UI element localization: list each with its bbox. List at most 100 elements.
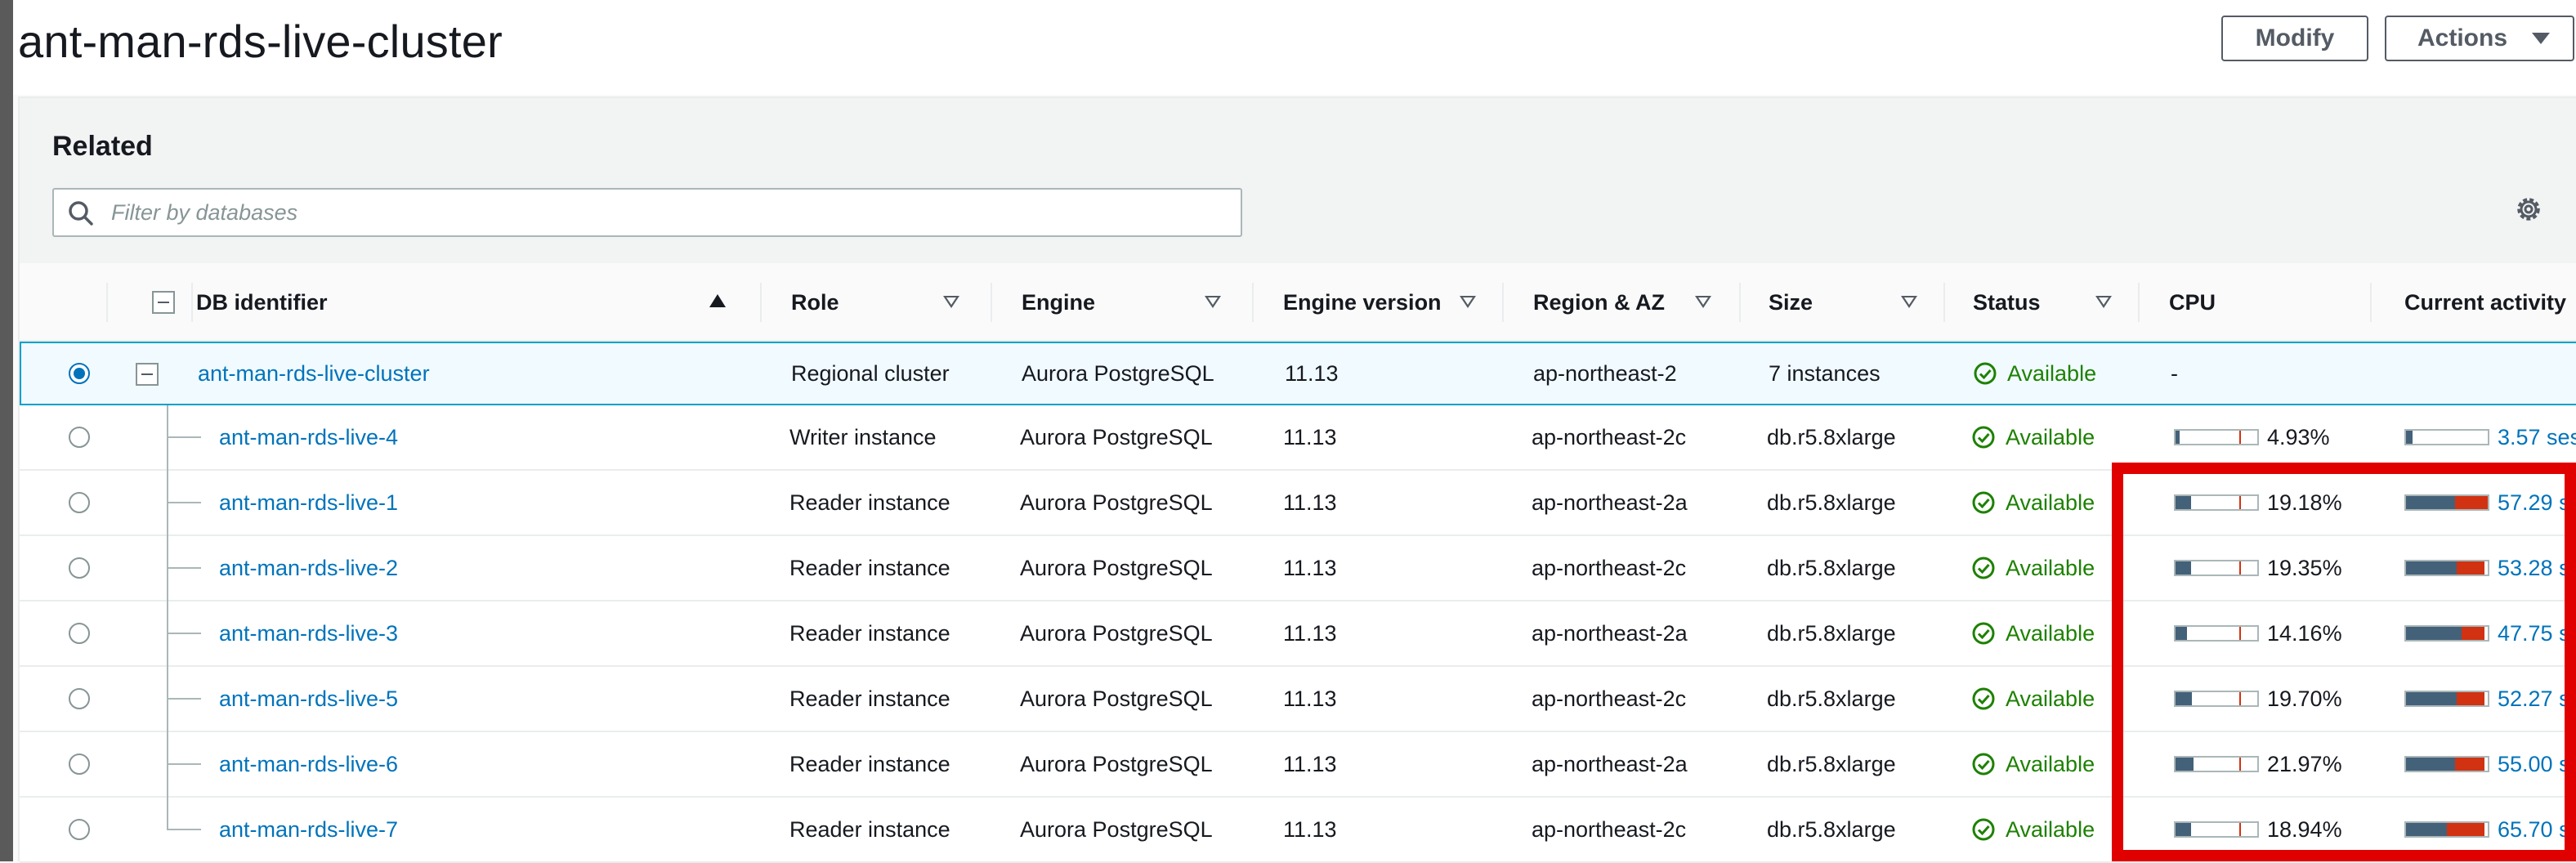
- cell-identifier-link[interactable]: ant-man-rds-live-2: [219, 536, 398, 600]
- activity-link[interactable]: 55.00 s: [2498, 752, 2570, 777]
- cell-current-activity: 47.75 s: [2404, 601, 2570, 665]
- cell-status: Available: [1971, 536, 2095, 600]
- cell-status: Available: [1971, 601, 2095, 665]
- sort-icon[interactable]: [943, 296, 959, 308]
- cell-cpu: 4.93%: [2174, 405, 2330, 469]
- cpu-value: 21.97%: [2267, 751, 2342, 776]
- col-status[interactable]: Status: [1973, 263, 2041, 342]
- col-role[interactable]: Role: [791, 263, 839, 342]
- cell-identifier-link[interactable]: ant-man-rds-live-7: [219, 798, 398, 861]
- col-cpu[interactable]: CPU: [2169, 263, 2216, 342]
- row-radio-selected[interactable]: [69, 363, 90, 384]
- row-radio[interactable]: [69, 492, 90, 513]
- collapse-toggle[interactable]: [136, 363, 159, 386]
- status-label: Available: [2006, 490, 2095, 515]
- table-row-cluster[interactable]: ant-man-rds-live-cluster Regional cluste…: [20, 342, 2576, 405]
- row-radio[interactable]: [69, 557, 90, 579]
- activity-bar-overflow: [2455, 496, 2488, 509]
- cell-identifier-link[interactable]: ant-man-rds-live-4: [219, 405, 398, 469]
- actions-dropdown-button[interactable]: Actions: [2385, 16, 2574, 61]
- cpu-bar-fill: [2176, 823, 2191, 836]
- filter-databases-input[interactable]: [110, 196, 1229, 229]
- cell-role: Reader instance: [789, 620, 950, 646]
- cell-cpu: 19.70%: [2174, 667, 2342, 731]
- related-title: Related: [52, 131, 153, 162]
- row-radio[interactable]: [69, 753, 90, 775]
- sort-icon[interactable]: [1901, 296, 1917, 308]
- table-row[interactable]: ant-man-rds-live-2 Reader instance Auror…: [20, 536, 2576, 601]
- cpu-bar: [2174, 821, 2259, 838]
- table-row[interactable]: ant-man-rds-live-4 Writer instance Auror…: [20, 405, 2576, 471]
- activity-link[interactable]: 57.29 s: [2498, 490, 2570, 516]
- cell-role: Reader instance: [789, 751, 950, 776]
- tree-line: [167, 667, 168, 732]
- actions-label: Actions: [2417, 25, 2508, 51]
- cpu-bar-threshold: [2239, 496, 2241, 509]
- cell-region: ap-northeast-2a: [1532, 620, 1688, 646]
- cell-identifier-link[interactable]: ant-man-rds-live-5: [219, 667, 398, 731]
- cell-cpu: 19.18%: [2174, 471, 2342, 534]
- cell-engine-version: 11.13: [1283, 620, 1337, 646]
- cell-identifier-link[interactable]: ant-man-rds-live-1: [219, 471, 398, 534]
- page-title: ant-man-rds-live-cluster: [18, 16, 503, 67]
- cpu-bar: [2174, 756, 2259, 772]
- cell-current-activity: 57.29 s: [2404, 471, 2570, 534]
- col-region-az[interactable]: Region & AZ: [1533, 263, 1665, 342]
- status-label: Available: [2006, 555, 2095, 580]
- sort-icon[interactable]: [2095, 296, 2112, 308]
- table-row[interactable]: ant-man-rds-live-6 Reader instance Auror…: [20, 732, 2576, 798]
- column-divider: [191, 283, 193, 322]
- col-current-activity[interactable]: Current activity: [2404, 263, 2566, 342]
- sort-icon[interactable]: [1460, 296, 1476, 308]
- cell-identifier-link[interactable]: ant-man-rds-live-3: [219, 601, 398, 665]
- row-radio[interactable]: [69, 819, 90, 840]
- row-radio[interactable]: [69, 688, 90, 709]
- cpu-bar: [2174, 625, 2259, 642]
- sort-icon[interactable]: [1205, 296, 1221, 308]
- tree-branch: [167, 829, 201, 830]
- check-circle-icon: [1972, 491, 1995, 514]
- status-label: Available: [2007, 360, 2097, 386]
- activity-link[interactable]: 53.28 s: [2498, 556, 2570, 581]
- cell-size: db.r5.8xlarge: [1767, 751, 1896, 776]
- cell-size: db.r5.8xlarge: [1767, 490, 1896, 515]
- column-divider: [1252, 283, 1254, 322]
- cpu-value: 19.18%: [2267, 490, 2342, 515]
- sort-ascending-icon[interactable]: [709, 294, 726, 307]
- cell-cpu: 14.16%: [2174, 601, 2342, 665]
- gear-icon[interactable]: [2512, 193, 2545, 226]
- cell-region: ap-northeast-2c: [1532, 555, 1687, 580]
- cpu-bar-fill: [2176, 561, 2192, 575]
- activity-link[interactable]: 52.27 s: [2498, 686, 2570, 712]
- expand-all-toggle[interactable]: [152, 291, 175, 314]
- cell-status: Available: [1973, 343, 2096, 404]
- table-row[interactable]: ant-man-rds-live-7 Reader instance Auror…: [20, 798, 2576, 863]
- cpu-bar: [2174, 494, 2259, 511]
- col-size[interactable]: Size: [1769, 263, 1813, 342]
- sort-icon[interactable]: [1695, 296, 1711, 308]
- related-panel: Related DB identifier Role Engine: [18, 96, 2576, 863]
- filter-box[interactable]: [52, 188, 1242, 237]
- col-engine[interactable]: Engine: [1022, 263, 1095, 342]
- col-engine-version[interactable]: Engine version: [1283, 263, 1442, 342]
- cpu-bar: [2174, 429, 2259, 445]
- row-radio[interactable]: [69, 623, 90, 644]
- table-row[interactable]: ant-man-rds-live-5 Reader instance Auror…: [20, 667, 2576, 732]
- check-circle-icon: [1972, 622, 1995, 645]
- cell-role: Regional cluster: [791, 360, 950, 386]
- cell-identifier-link[interactable]: ant-man-rds-live-6: [219, 732, 398, 796]
- row-radio[interactable]: [69, 427, 90, 448]
- tree-branch: [167, 502, 201, 503]
- col-db-identifier[interactable]: DB identifier: [196, 263, 328, 342]
- activity-link[interactable]: 65.70 s: [2498, 817, 2570, 843]
- activity-link[interactable]: 47.75 s: [2498, 621, 2570, 646]
- cell-size: 7 instances: [1769, 360, 1881, 386]
- activity-link[interactable]: 3.57 ses: [2498, 425, 2576, 450]
- table-row[interactable]: ant-man-rds-live-1 Reader instance Auror…: [20, 471, 2576, 536]
- activity-bar: [2404, 821, 2489, 838]
- modify-button[interactable]: Modify: [2221, 16, 2368, 61]
- activity-bar: [2404, 494, 2489, 511]
- table-row[interactable]: ant-man-rds-live-3 Reader instance Auror…: [20, 601, 2576, 667]
- cpu-bar-fill: [2176, 627, 2188, 640]
- cell-identifier-link[interactable]: ant-man-rds-live-cluster: [198, 343, 430, 404]
